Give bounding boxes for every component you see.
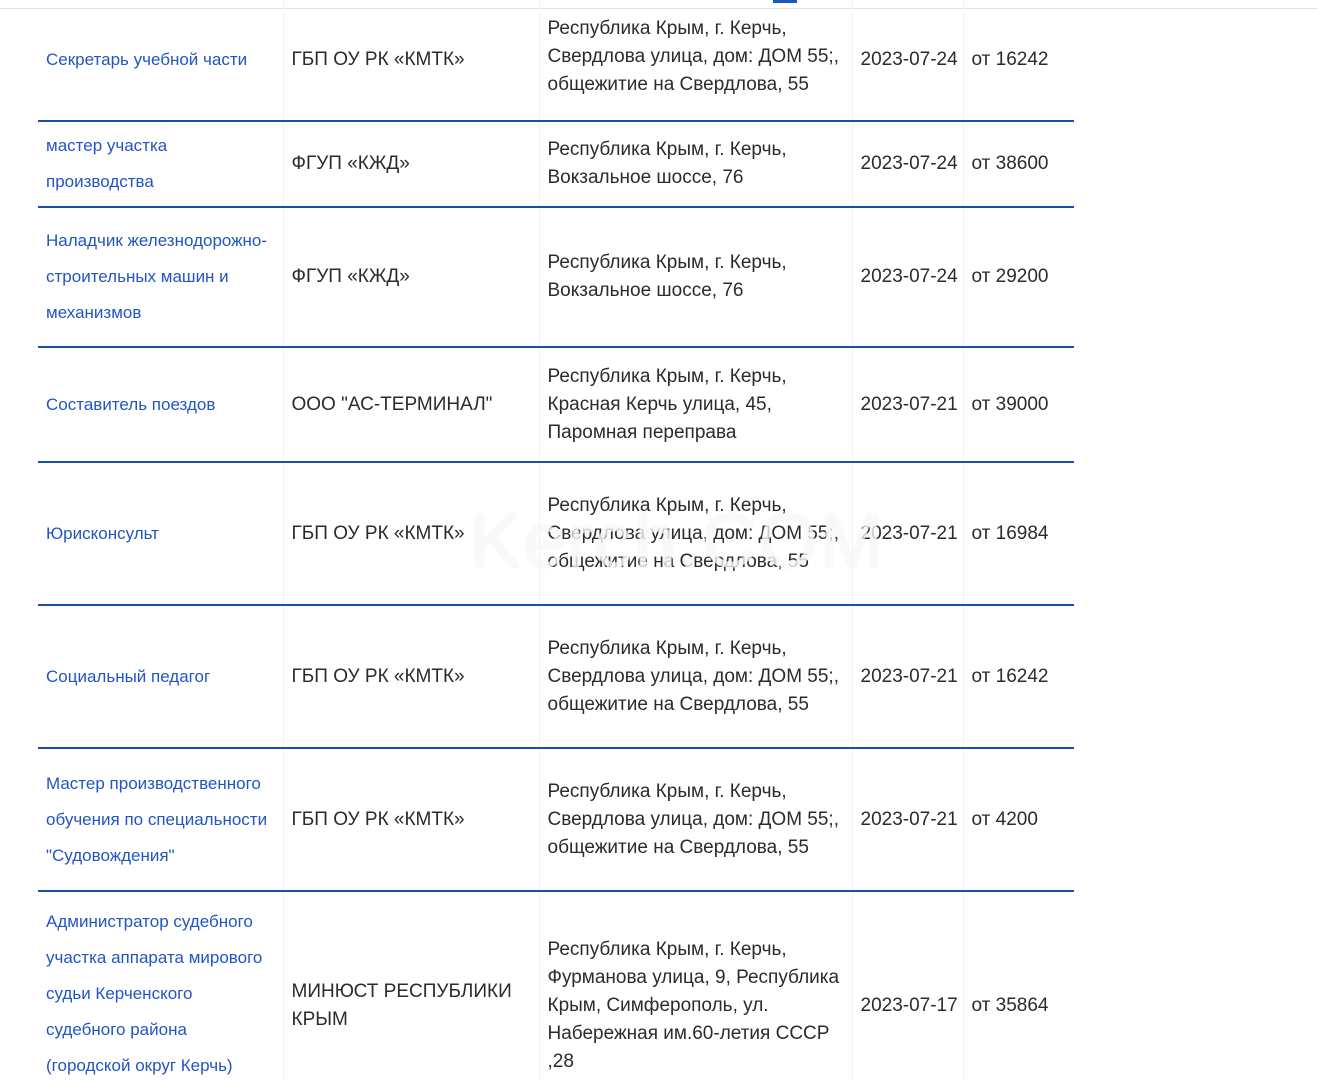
employer: ФГУП «КЖД» [282,207,539,348]
table-row: Администратор судебного участка аппарата… [38,891,1074,1080]
page: Секретарь учебной части ГБП ОУ РК «КМТК»… [0,0,1317,1080]
salary: от 38600 [962,121,1074,208]
table-row: мастер участка производства ФГУП «КЖД» Р… [38,121,1074,208]
posted-date: 2023-07-24 [851,207,963,348]
vacancy-title-link[interactable]: Социальный педагог [46,667,210,686]
vacancy-title-cell: Мастер производственного обучения по спе… [38,748,283,892]
employer: МИНЮСТ РЕСПУБЛИКИ КРЫМ [282,891,539,1080]
vacancy-title-cell: Составитель поездов [38,347,283,463]
salary: от 16242 [962,605,1074,749]
vacancy-title-link[interactable]: Секретарь учебной части [46,50,247,69]
employer: ГБП ОУ РК «КМТК» [282,462,539,606]
posted-date: 2023-07-17 [851,891,963,1080]
table-row: Секретарь учебной части ГБП ОУ РК «КМТК»… [38,0,1074,122]
posted-date: 2023-07-21 [851,748,963,892]
vacancy-title-link[interactable]: Юрисконсульт [46,524,159,543]
employer: ГБП ОУ РК «КМТК» [282,0,539,122]
table-row: Социальный педагог ГБП ОУ РК «КМТК» Респ… [38,605,1074,749]
address: Республика Крым, г. Керчь, Вокзальное шо… [538,207,852,348]
salary: от 29200 [962,207,1074,348]
vacancy-title-cell: Секретарь учебной части [38,0,283,122]
vacancy-title-link[interactable]: Наладчик железнодорожно-строительных маш… [46,231,267,322]
salary: от 16242 [962,0,1074,122]
posted-date: 2023-07-21 [851,462,963,606]
address-text: Республика Крым, г. Керчь, Свердлова ули… [547,18,840,95]
vacancy-title-link[interactable]: мастер участка производства [46,136,167,191]
address: Республика Крым, г. Керчь, Свердлова ули… [538,605,852,749]
salary: от 16984 [962,462,1074,606]
vacancies-table: Секретарь учебной части ГБП ОУ РК «КМТК»… [38,0,1074,1080]
vacancy-title-cell: Администратор судебного участка аппарата… [38,891,283,1080]
posted-date: 2023-07-21 [851,605,963,749]
employer: ООО "АС-ТЕРМИНАЛ" [282,347,539,463]
posted-date: 2023-07-21 [851,347,963,463]
employer: ФГУП «КЖД» [282,121,539,208]
table-row: Юрисконсульт ГБП ОУ РК «КМТК» Республика… [38,462,1074,606]
address: Республика Крым, г. Керчь, Вокзальное шо… [538,121,852,208]
vacancy-title-cell: Юрисконсульт [38,462,283,606]
employer: ГБП ОУ РК «КМТК» [282,605,539,749]
posted-date: 2023-07-24 [851,121,963,208]
address: Республика Крым, г. Керчь, Свердлова ули… [538,462,852,606]
table-row: Мастер производственного обучения по спе… [38,748,1074,892]
address: Республика Крым, г. Керчь, Красная Керчь… [538,347,852,463]
posted-date: 2023-07-24 [851,0,963,122]
vacancy-title-link[interactable]: Администратор судебного участка аппарата… [46,912,262,1080]
salary: от 35864 [962,891,1074,1080]
vacancy-title-cell: Наладчик железнодорожно-строительных маш… [38,207,283,348]
address: Республика Крым, г. Керчь, Свердлова ули… [538,0,852,122]
address: Республика Крым, г. Керчь, Свердлова ули… [538,748,852,892]
vacancy-title-link[interactable]: Мастер производственного обучения по спе… [46,774,267,865]
vacancy-title-link[interactable]: Составитель поездов [46,395,215,414]
table-row: Наладчик железнодорожно-строительных маш… [38,207,1074,348]
salary: от 4200 [962,748,1074,892]
salary: от 39000 [962,347,1074,463]
address: Республика Крым, г. Керчь, Фурманова ули… [538,891,852,1080]
vacancy-title-cell: Социальный педагог [38,605,283,749]
employer: ГБП ОУ РК «КМТК» [282,748,539,892]
vacancy-title-cell: мастер участка производства [38,121,283,208]
table-row: Составитель поездов ООО "АС-ТЕРМИНАЛ" Ре… [38,347,1074,463]
